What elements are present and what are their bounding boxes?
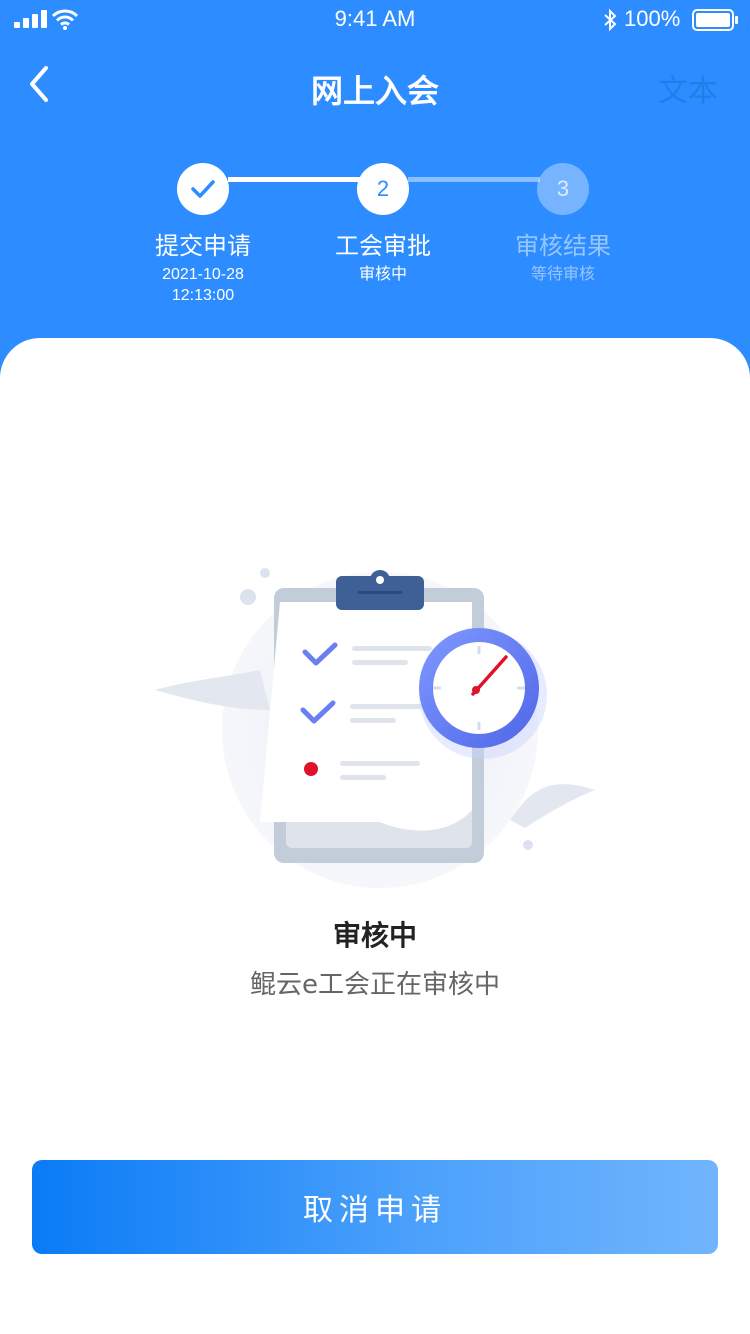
battery-percent: 100% <box>624 6 681 31</box>
step-connector-completed <box>228 177 360 182</box>
bluetooth-icon <box>604 8 617 32</box>
step-3-label: 审核结果 <box>515 232 611 260</box>
step-connector-pending <box>408 177 540 182</box>
review-status-description: 鲲云e工会正在审核中 <box>250 970 500 1000</box>
status-bar: 9:41 AM 100% <box>0 0 750 40</box>
cancel-application-button[interactable]: 取消申请 <box>32 1160 718 1254</box>
step-2-status: 审核中 <box>358 266 407 283</box>
step-1-date-text: 2021-10-28 <box>162 266 244 283</box>
step-2-label: 工会审批 <box>335 232 431 260</box>
step-1-label: 提交申请 <box>155 232 251 260</box>
nav-right-text[interactable]: 文本 <box>658 66 718 110</box>
page-title: 网上入会 <box>310 72 439 110</box>
step-1-time-text: 12:13:00 <box>171 287 235 304</box>
step-3-status: 等待审核 <box>530 266 595 283</box>
navigation-bar: 网上入会 文本 <box>0 48 750 122</box>
review-status-title: 审核中 <box>332 919 417 952</box>
battery-icon <box>692 9 738 31</box>
step-1-indicator <box>177 163 229 215</box>
check-icon <box>191 180 215 198</box>
clipboard-clock-illustration <box>155 568 595 888</box>
step-3-indicator: 3 <box>537 163 589 215</box>
step-1-date: 2021-10-28 12:13:00 <box>103 264 303 306</box>
step-2-indicator: 2 <box>357 163 409 215</box>
